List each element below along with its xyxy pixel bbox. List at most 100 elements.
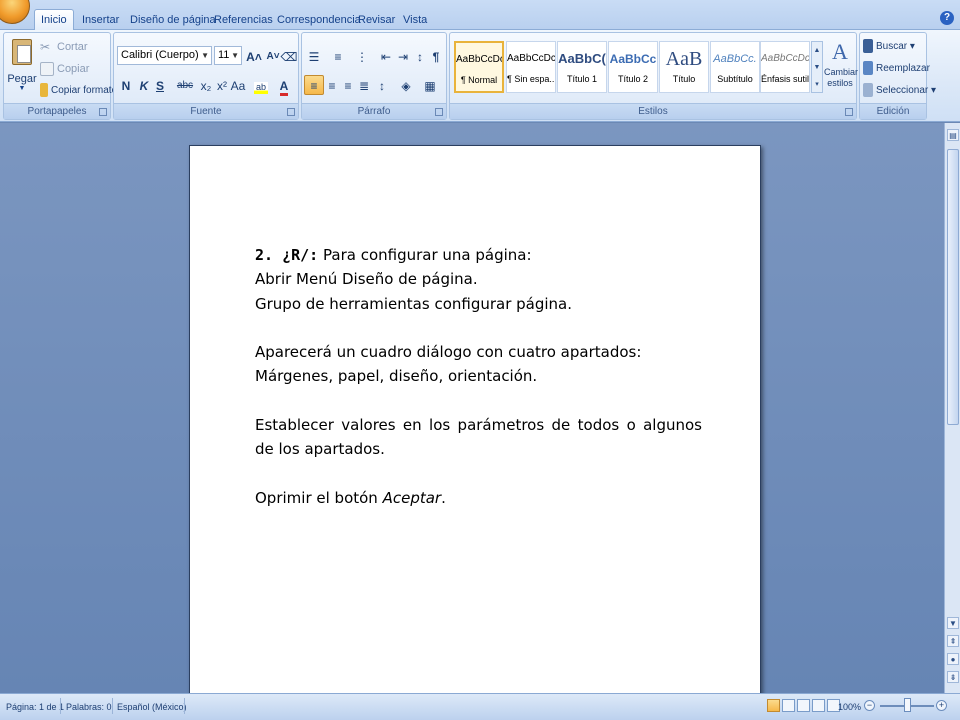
- font-name-combo[interactable]: Calibri (Cuerpo) ▼: [117, 46, 212, 65]
- style-name: Título: [672, 74, 696, 84]
- style-enfasis-sutil[interactable]: AaBbCcDc Énfasis sutil: [760, 41, 810, 93]
- line-6: Establecer valores en los parámetros de …: [255, 416, 702, 459]
- font-color-icon[interactable]: A: [274, 75, 294, 96]
- outline-view-icon[interactable]: [812, 699, 825, 712]
- tab-inicio[interactable]: Inicio: [34, 9, 74, 31]
- justify-icon[interactable]: ≣: [354, 75, 374, 95]
- change-styles-label: Cambiar estilos: [824, 67, 859, 88]
- line-4: Aparecerá un cuadro diálogo con cuatro a…: [255, 343, 642, 362]
- show-formatting-button[interactable]: ¶: [426, 46, 446, 66]
- full-screen-reading-icon[interactable]: [782, 699, 795, 712]
- style-sin-espaciado[interactable]: AaBbCcDc ¶ Sin espa...: [506, 41, 556, 93]
- style-titulo[interactable]: AaB Título: [659, 41, 709, 93]
- select-button[interactable]: Seleccionar ▾: [863, 82, 936, 100]
- find-label: Buscar: [876, 41, 908, 52]
- copy-button[interactable]: Copiar: [40, 60, 89, 78]
- document-body[interactable]: 2. ¿R/: Para configurar una página: Abri…: [255, 243, 702, 510]
- scroll-down-arrow-icon[interactable]: ▼: [947, 617, 959, 629]
- group-label-portapapeles: Portapapeles: [4, 103, 110, 119]
- strikethrough-button[interactable]: abc: [173, 75, 197, 95]
- line-spacing-icon[interactable]: ↕: [372, 75, 392, 95]
- print-layout-view-icon[interactable]: [767, 699, 780, 712]
- line-5: Márgenes, papel, diseño, orientación.: [255, 367, 538, 386]
- chevron-down-icon: ▼: [201, 51, 209, 60]
- document-page[interactable]: 2. ¿R/: Para configurar una página: Abri…: [189, 145, 761, 705]
- clear-format-icon[interactable]: ⌫: [279, 46, 299, 66]
- line-3: Grupo de herramientas configurar página.: [255, 294, 573, 313]
- tab-referencias[interactable]: Referencias: [208, 10, 279, 30]
- select-label: Seleccionar: [876, 85, 929, 96]
- divider: [112, 698, 113, 714]
- underline-button[interactable]: S: [150, 75, 170, 95]
- change-styles-button[interactable]: A Cambiar estilos: [824, 37, 859, 103]
- tab-diseno-pagina[interactable]: Diseño de página: [124, 10, 222, 30]
- group-parrafo: ☰ ≡ ⋮ ⇤ ⇥ ↕ ¶ ≡ ≡ ≡ ≣ ↕ ◈ ▦ Párrafo: [301, 32, 447, 120]
- copy-icon: [40, 62, 54, 77]
- word-count[interactable]: Palabras: 0: [66, 700, 112, 714]
- browse-object-icon[interactable]: ●: [947, 653, 959, 665]
- zoom-level[interactable]: 100%: [838, 700, 861, 714]
- shading-icon[interactable]: ◈: [396, 75, 416, 95]
- next-page-icon[interactable]: ⇟: [947, 671, 959, 683]
- ruler-toggle-icon[interactable]: ▤: [947, 129, 959, 141]
- style-name: Énfasis sutil: [761, 74, 810, 84]
- group-label-estilos: Estilos: [450, 103, 856, 119]
- language-indicator[interactable]: Español (México): [117, 700, 187, 714]
- dialog-launcher-icon[interactable]: [99, 108, 107, 116]
- ribbon: Pegar ▼ ✂ Cortar Copiar Copiar formato Po…: [0, 30, 960, 122]
- cursor-icon: [863, 83, 873, 98]
- tab-insertar[interactable]: Insertar: [76, 10, 125, 30]
- previous-page-icon[interactable]: ⇞: [947, 635, 959, 647]
- line-7-suffix: .: [441, 488, 446, 507]
- paste-label: Pegar: [7, 73, 37, 85]
- find-button[interactable]: Buscar ▾: [863, 38, 915, 56]
- font-size-value: 11: [218, 49, 230, 61]
- brush-icon: [40, 83, 48, 98]
- styles-gallery-scroll[interactable]: ▲ ▼ ▾: [811, 41, 823, 93]
- office-button[interactable]: [0, 0, 30, 24]
- web-layout-icon[interactable]: [797, 699, 810, 712]
- tab-revisar[interactable]: Revisar: [352, 10, 401, 30]
- highlight-icon[interactable]: ab: [251, 75, 271, 95]
- vertical-scrollbar[interactable]: ▤ ▼ ⇞ ● ⇟: [944, 123, 960, 693]
- dialog-launcher-icon[interactable]: [435, 108, 443, 116]
- change-case-button[interactable]: Aa: [228, 75, 248, 95]
- dialog-launcher-icon[interactable]: [287, 108, 295, 116]
- borders-icon[interactable]: ▦: [420, 75, 440, 95]
- paragraph-1: 2. ¿R/: Para configurar una página:: [255, 243, 702, 267]
- style-name: Subtítulo: [717, 74, 753, 84]
- zoom-out-icon[interactable]: −: [864, 700, 875, 711]
- align-left-icon[interactable]: ≡: [304, 75, 324, 95]
- style-sample: AaBbCcDc: [761, 53, 810, 64]
- bold-button[interactable]: N: [116, 75, 136, 95]
- style-name: ¶ Sin espa...: [507, 74, 556, 84]
- help-icon[interactable]: ?: [940, 11, 954, 25]
- zoom-in-icon[interactable]: +: [936, 700, 947, 711]
- font-size-combo[interactable]: 11 ▼: [214, 46, 242, 65]
- scrollbar-thumb[interactable]: [947, 149, 959, 425]
- dialog-launcher-icon[interactable]: [845, 108, 853, 116]
- paste-button[interactable]: Pegar ▼: [7, 37, 37, 101]
- replace-button[interactable]: Reemplazar: [863, 60, 930, 78]
- chevron-down-icon: ▼: [18, 85, 26, 92]
- style-titulo-1[interactable]: AaBbC(Título 1: [557, 41, 607, 93]
- numbering-icon[interactable]: ≡: [328, 46, 348, 66]
- style-sample: AaBbCc: [609, 52, 657, 66]
- tab-vista[interactable]: Vista: [397, 10, 433, 30]
- zoom-slider-thumb[interactable]: [904, 698, 911, 712]
- group-label-edicion: Edición: [860, 103, 926, 119]
- style-sample: AaBbCcDc: [456, 54, 504, 65]
- line-2: Abrir Menú Diseño de página.: [255, 270, 478, 289]
- bullets-icon[interactable]: ☰: [304, 46, 324, 66]
- style-subtitulo[interactable]: AaBbCc. Subtítulo: [710, 41, 760, 93]
- style-titulo-2[interactable]: AaBbCc Título 2: [608, 41, 658, 93]
- multilevel-list-icon[interactable]: ⋮: [352, 46, 372, 66]
- format-painter-button[interactable]: Copiar formato: [40, 82, 117, 100]
- page-count[interactable]: Página: 1 de 1: [6, 700, 64, 714]
- cut-button[interactable]: ✂ Cortar: [40, 38, 88, 56]
- style-name: Título 1: [566, 74, 597, 84]
- style-normal[interactable]: AaBbCcDc ¶ Normal: [454, 41, 504, 93]
- grow-font-button[interactable]: A˄: [244, 46, 264, 66]
